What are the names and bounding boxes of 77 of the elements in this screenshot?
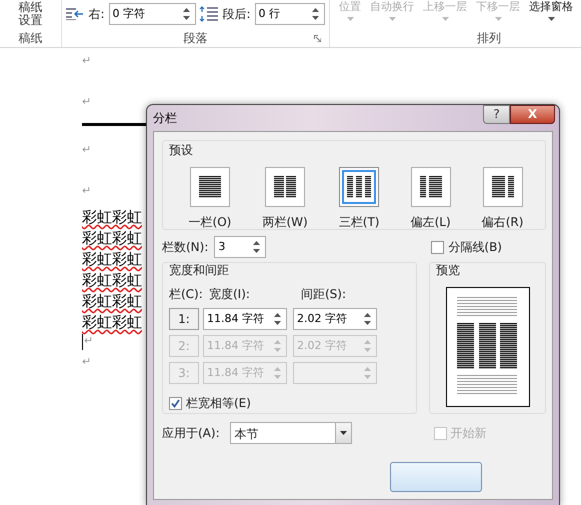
width-field[interactable]: 11.84 字符 — [203, 308, 287, 330]
column-count-field[interactable]: 3 — [214, 236, 266, 258]
column-header: 栏(C): — [169, 286, 204, 303]
preset-label: 三栏(T) — [338, 214, 380, 231]
column-preset-button[interactable] — [265, 167, 306, 207]
spacing-after-field[interactable]: 0 行 — [254, 3, 325, 25]
spacing-after-field[interactable]: 0 行 — [256, 6, 312, 22]
document-text: 彩虹彩虹 — [82, 250, 142, 270]
paragraph-mark: ↵ — [84, 334, 94, 348]
document-text: 彩虹彩虹 — [82, 208, 142, 228]
dialog-button[interactable] — [390, 462, 482, 492]
dialog-title: 分栏 — [153, 110, 177, 127]
group-label: 稿纸 — [18, 31, 42, 45]
column-header: 间距(S): — [301, 286, 348, 303]
spacing-after-label: 段后: — [222, 6, 251, 23]
checkbox[interactable] — [431, 240, 444, 254]
group-title: 预设 — [169, 143, 194, 157]
preset-label: 偏右(R) — [482, 214, 524, 231]
caret-icon — [494, 17, 502, 21]
indent-right-field[interactable]: 0 字符 — [108, 3, 196, 25]
column-preset-button[interactable] — [410, 167, 451, 207]
caret-icon — [548, 17, 554, 21]
paper-settings-button[interactable]: 稿纸 设置 — [18, 1, 42, 27]
apply-to-dropdown[interactable]: 本节 — [230, 422, 352, 444]
spin-down-icon[interactable] — [274, 321, 281, 325]
group-title: 宽度和间距 — [169, 263, 230, 277]
spin-down-icon[interactable] — [312, 16, 319, 20]
caret-icon — [442, 17, 448, 21]
dialog-launcher-icon[interactable] — [314, 35, 321, 42]
preset-label: 两栏(W) — [262, 214, 308, 231]
indent-right-field[interactable]: 0 字符 — [110, 6, 182, 22]
preset-label: 偏左(L) — [410, 214, 451, 231]
spin-down-icon[interactable] — [364, 321, 371, 325]
indent-right-label: 右: — [88, 6, 104, 23]
spacing-field[interactable]: 2.02 字符 — [294, 310, 364, 328]
column-count-field[interactable]: 3 — [215, 238, 254, 256]
caret-icon — [388, 17, 396, 21]
width-field[interactable]: 11.84 字符 — [204, 310, 274, 328]
column-preset-button[interactable] — [190, 167, 230, 207]
spin-up-icon[interactable] — [274, 313, 281, 317]
paragraph-mark: ↵ — [82, 355, 92, 368]
group-label: 段落 — [184, 31, 208, 45]
help-button[interactable]: ? — [483, 105, 510, 124]
column-count-label: 栏数(N): — [162, 239, 208, 256]
group-label: 排列 — [477, 31, 501, 45]
spacing-field[interactable]: 2.02 字符 — [293, 308, 377, 330]
spin-up-icon[interactable] — [364, 313, 371, 317]
document-text: 彩虹彩虹 — [82, 292, 142, 312]
separator-label: 分隔线(B) — [448, 239, 502, 256]
equal-width-label: 栏宽相等(E) — [186, 395, 251, 412]
column-number-button[interactable]: 1: — [169, 308, 199, 330]
paragraph-mark: ↵ — [82, 143, 92, 156]
paragraph-mark: ↵ — [82, 184, 92, 197]
spin-up-icon[interactable] — [253, 241, 260, 245]
caret-icon — [340, 431, 347, 435]
caret-icon — [346, 17, 354, 21]
document-text: 彩虹彩虹 — [82, 313, 142, 333]
column-preset-button[interactable] — [339, 167, 380, 207]
group-title: 预览 — [436, 263, 462, 277]
apply-to-label: 应用于(A): — [162, 425, 220, 442]
ribbon-button[interactable]: 选择窗格 — [529, 0, 573, 13]
paragraph-mark: ↵ — [82, 54, 92, 67]
preset-label: 一栏(O) — [188, 214, 232, 231]
spin-down-icon[interactable] — [253, 249, 260, 253]
column-header: 宽度(I): — [209, 286, 251, 303]
spin-up-icon[interactable] — [182, 8, 190, 12]
document-text: 彩虹彩虹 — [82, 271, 142, 291]
column-preset-button[interactable] — [482, 167, 523, 207]
document-text: 彩虹彩虹 — [82, 229, 142, 249]
new-column-label: 开始新 — [450, 425, 487, 442]
checkbox[interactable] — [169, 396, 182, 410]
spacing-after-icon — [198, 6, 218, 22]
indent-right-icon — [66, 8, 84, 20]
paragraph-mark: ↵ — [82, 95, 92, 108]
spin-down-icon[interactable] — [182, 16, 190, 20]
spin-up-icon[interactable] — [312, 8, 319, 12]
text-cursor — [82, 334, 83, 350]
